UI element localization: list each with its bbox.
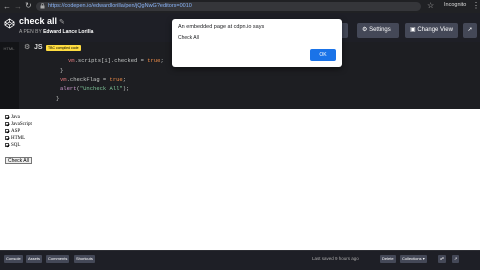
checkbox-checked[interactable] [5, 122, 9, 126]
code-line: } [56, 95, 60, 102]
console-button[interactable]: Console [4, 255, 23, 263]
html-editor-label: HTML [3, 46, 15, 51]
checkbox-label: JavaScript [11, 121, 32, 127]
assets-button[interactable]: Assets [26, 255, 43, 263]
checkbox-item[interactable]: JavaScript [5, 121, 32, 127]
dialog-ok-button[interactable]: OK [310, 49, 336, 61]
collections-button[interactable]: Collections ▾ [400, 255, 427, 263]
back-icon[interactable]: ← [3, 2, 11, 11]
code-line: } [60, 67, 64, 74]
checkbox-label: Java [11, 114, 20, 120]
author-name[interactable]: Edward Lance Lorilla [43, 29, 93, 35]
lock-icon [40, 3, 45, 9]
export-button[interactable]: ↗ [452, 255, 460, 263]
pin-icon[interactable]: ➚ [463, 23, 477, 38]
change-view-label: Change View [417, 27, 453, 33]
bookmark-star-icon[interactable]: ☆ [427, 1, 434, 10]
forward-icon[interactable]: → [14, 2, 22, 11]
check-all-button[interactable]: Check All [5, 157, 32, 164]
browser-toolbar: ← → ↻ https://codepen.io/edwardlorilla/p… [0, 0, 480, 13]
shortcuts-button[interactable]: Shortcuts [74, 255, 95, 263]
change-view-button[interactable]: ▣ Change View [405, 23, 458, 38]
author-prefix: A PEN BY [19, 29, 42, 35]
code-line: alert("Uncheck All"); [60, 85, 130, 92]
pen-title[interactable]: check all ✎ [19, 16, 65, 26]
checkbox-label: ASP [11, 128, 21, 134]
checkbox-checked[interactable] [5, 136, 9, 140]
layout-icon: ▣ [410, 27, 416, 33]
code-line: vm.scripts[i].checked = true; [68, 57, 164, 64]
url-text: https://codepen.io/edwardlorilla/pen/jQg… [48, 3, 192, 9]
code-line: vm.checkFlag = true; [60, 76, 127, 83]
edit-pencil-icon[interactable]: ✎ [59, 19, 65, 26]
codepen-footer: Console Assets Comments Shortcuts Last s… [0, 250, 480, 270]
last-saved-text: Last saved 9 hours ago [312, 256, 359, 261]
comments-button[interactable]: Comments [46, 255, 70, 263]
compiled-badge[interactable]: TBC compiled code [46, 45, 81, 51]
address-bar[interactable]: https://codepen.io/edwardlorilla/pen/jQg… [36, 2, 421, 11]
settings-button[interactable]: ⚙ Settings [357, 23, 399, 38]
dialog-title: An embedded page at cdpn.io says [178, 24, 265, 30]
settings-label: Settings [369, 27, 391, 33]
checkbox-checked[interactable] [5, 129, 9, 133]
alert-dialog: An embedded page at cdpn.io says Check A… [172, 19, 342, 67]
checkbox-checked[interactable] [5, 115, 9, 119]
gear-icon: ⚙ [362, 27, 368, 33]
browser-menu-icon[interactable]: ⋮ [472, 1, 480, 10]
checkbox-item[interactable]: Java [5, 114, 20, 120]
embed-button[interactable]: ☍ [438, 255, 447, 263]
html-editor-collapsed[interactable]: HTML [0, 42, 19, 109]
pen-author: A PEN BY Edward Lance Lorilla [19, 29, 93, 35]
js-settings-gear-icon[interactable]: ⚙ [24, 43, 30, 51]
reload-icon[interactable]: ↻ [25, 1, 32, 10]
codepen-logo-icon[interactable] [4, 18, 15, 29]
checkbox-label: SQL [11, 142, 21, 148]
checkbox-item[interactable]: HTML [5, 135, 25, 141]
checkbox-checked[interactable] [5, 143, 9, 147]
js-label: JS [34, 44, 43, 51]
delete-button[interactable]: Delete [380, 255, 396, 263]
dialog-message: Check All [178, 35, 199, 41]
pen-title-text: check all [19, 16, 58, 26]
incognito-label: Incognito [444, 2, 467, 8]
checkbox-item[interactable]: SQL [5, 142, 20, 148]
collections-label: Collections [402, 256, 422, 261]
preview-pane: Java JavaScript ASP HTML SQL Check All [0, 109, 480, 250]
checkbox-label: HTML [11, 135, 26, 141]
checkbox-item[interactable]: ASP [5, 128, 20, 134]
